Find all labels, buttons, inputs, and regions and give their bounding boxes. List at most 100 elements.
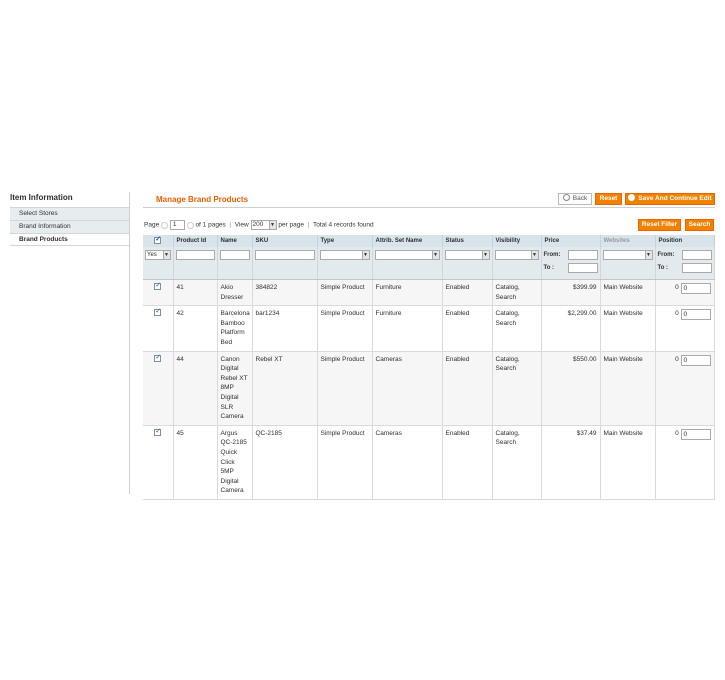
filter-in-products: Yes ▼ [143, 247, 174, 280]
col-status[interactable]: Status [442, 235, 493, 247]
sidebar: Item Information Select Stores Brand Inf… [10, 193, 129, 246]
check-icon [628, 194, 636, 201]
page-label: Page [144, 221, 160, 229]
price-to-input[interactable] [567, 263, 598, 273]
chevron-down-icon: ▼ [530, 251, 538, 259]
position-to-input[interactable] [681, 263, 712, 273]
col-sku[interactable]: SKU [252, 235, 318, 247]
reset-filter-button[interactable]: Reset Filter [638, 219, 681, 231]
cell-attrib-set: Furniture [372, 279, 443, 307]
price-from-input[interactable] [567, 250, 598, 260]
position-input[interactable]: 0 [680, 283, 711, 294]
select-all-header[interactable] [143, 235, 174, 247]
next-page-icon[interactable] [186, 221, 194, 229]
cell-name: Barcelona Bamboo Platform Bed [217, 305, 253, 352]
per-page-value: 200 [252, 221, 264, 228]
cell-sku: 384822 [252, 279, 318, 307]
position-input[interactable]: 0 [680, 309, 711, 321]
websites-filter-select[interactable]: ▼ [602, 250, 653, 260]
position-to-range: To : [658, 263, 712, 276]
product-id-filter-input[interactable] [175, 250, 215, 260]
position-input[interactable]: 0 [680, 354, 711, 366]
col-name[interactable]: Name [217, 235, 253, 247]
cell-type: Simple Product [317, 425, 373, 500]
search-button[interactable]: Search [685, 219, 714, 231]
grid-filter-row: Yes ▼ ▼ ▼ ▼ ▼ From: To : ▼ From: To : [143, 247, 715, 280]
position-from-input[interactable] [681, 250, 712, 260]
col-position[interactable]: Position [655, 235, 715, 247]
cell-product-id: 42 [173, 305, 218, 352]
cell-attrib-set: Furniture [372, 305, 443, 352]
visibility-filter-select[interactable]: ▼ [494, 250, 539, 260]
name-filter-input[interactable] [219, 250, 250, 260]
search-button-label: Search [688, 221, 711, 228]
cell-status: Enabled [442, 425, 493, 500]
position-input[interactable]: 0 [680, 428, 711, 440]
table-row[interactable]: 44 Canon Digital Rebel XT 8MP Digital SL… [143, 351, 715, 426]
row-checkbox-cell[interactable] [143, 425, 174, 500]
chevron-down-icon: ▼ [268, 221, 276, 229]
sidebar-item-select-stores[interactable]: Select Stores [10, 207, 129, 220]
cell-name: Canon Digital Rebel XT 8MP Digital SLR C… [217, 351, 253, 426]
sku-filter-input[interactable] [254, 250, 315, 260]
cell-price: $550.00 [541, 351, 601, 426]
of-pages-text: of 1 pages [195, 221, 226, 229]
save-continue-button[interactable]: Save And Continue Edit [625, 193, 715, 205]
cell-type: Simple Product [317, 279, 373, 307]
row-checkbox-cell[interactable] [143, 305, 174, 352]
position-label: 0 [675, 355, 679, 363]
cell-sku: QC-2185 [252, 425, 318, 500]
row-checkbox-cell[interactable] [143, 351, 174, 426]
per-page-select[interactable]: 200 ▼ [250, 220, 277, 230]
attrib-set-filter-select[interactable]: ▼ [374, 250, 440, 260]
cell-status: Enabled [442, 279, 493, 307]
sidebar-item-brand-products[interactable]: Brand Products [10, 233, 129, 246]
reset-filter-label: Reset Filter [641, 221, 678, 228]
position-label: 0 [675, 310, 679, 318]
filter-sku [252, 247, 318, 280]
sidebar-item-brand-information[interactable]: Brand Information [10, 220, 129, 233]
table-row[interactable]: 42 Barcelona Bamboo Platform Bed bar1234… [143, 305, 715, 352]
select-all-checkbox[interactable] [154, 235, 162, 244]
cell-product-id: 45 [173, 425, 218, 500]
col-websites: Websites [600, 235, 656, 247]
cell-name: Argus QC-2185 Quick Click 5MP Digital Ca… [217, 425, 253, 500]
cell-website: Main Website [600, 351, 656, 426]
in-products-select[interactable]: Yes ▼ [145, 250, 171, 260]
grid-header-row: Product Id Name SKU Type Attrib. Set Nam… [143, 235, 715, 247]
table-row[interactable]: 41 Akio Dresser 384822 Simple Product Fu… [143, 279, 715, 307]
position-from-label: From: [657, 252, 675, 258]
col-price[interactable]: Price [541, 235, 601, 247]
page-input[interactable]: 1 [169, 220, 185, 230]
per-page-label: per page [278, 221, 305, 229]
cell-price: $399.99 [541, 279, 601, 307]
cell-name: Akio Dresser [217, 279, 253, 307]
row-checkbox[interactable] [154, 307, 162, 317]
pager: Page 1 of 1 pages | View 200 ▼ per page |… [144, 220, 374, 230]
cell-price: $37.49 [541, 425, 601, 500]
filter-type: ▼ [317, 247, 373, 280]
chevron-down-icon: ▼ [644, 251, 652, 259]
price-to-label: To : [543, 265, 555, 271]
row-checkbox[interactable] [154, 281, 162, 291]
row-checkbox[interactable] [154, 353, 162, 362]
filter-websites: ▼ [600, 247, 656, 280]
prev-page-icon[interactable] [161, 221, 168, 229]
col-visibility[interactable]: Visibility [492, 235, 542, 247]
filter-product-id [173, 247, 218, 280]
reset-button[interactable]: Reset [595, 193, 622, 205]
row-checkbox[interactable] [154, 427, 162, 436]
col-product-id[interactable]: Product Id [173, 235, 218, 247]
col-type[interactable]: Type [317, 235, 373, 247]
filter-visibility: ▼ [492, 247, 542, 280]
status-filter-select[interactable]: ▼ [444, 250, 490, 260]
table-row[interactable]: 45 Argus QC-2185 Quick Click 5MP Digital… [143, 425, 715, 500]
type-filter-select[interactable]: ▼ [319, 250, 370, 260]
col-attrib-set[interactable]: Attrib. Set Name [372, 235, 443, 247]
cell-product-id: 44 [173, 351, 218, 426]
back-button[interactable]: Back [558, 193, 592, 205]
cell-attrib-set: Cameras [372, 425, 443, 500]
row-checkbox-cell[interactable] [143, 279, 174, 307]
cell-price: $2,299.00 [541, 305, 601, 352]
filter-price: From: To : [541, 247, 601, 280]
